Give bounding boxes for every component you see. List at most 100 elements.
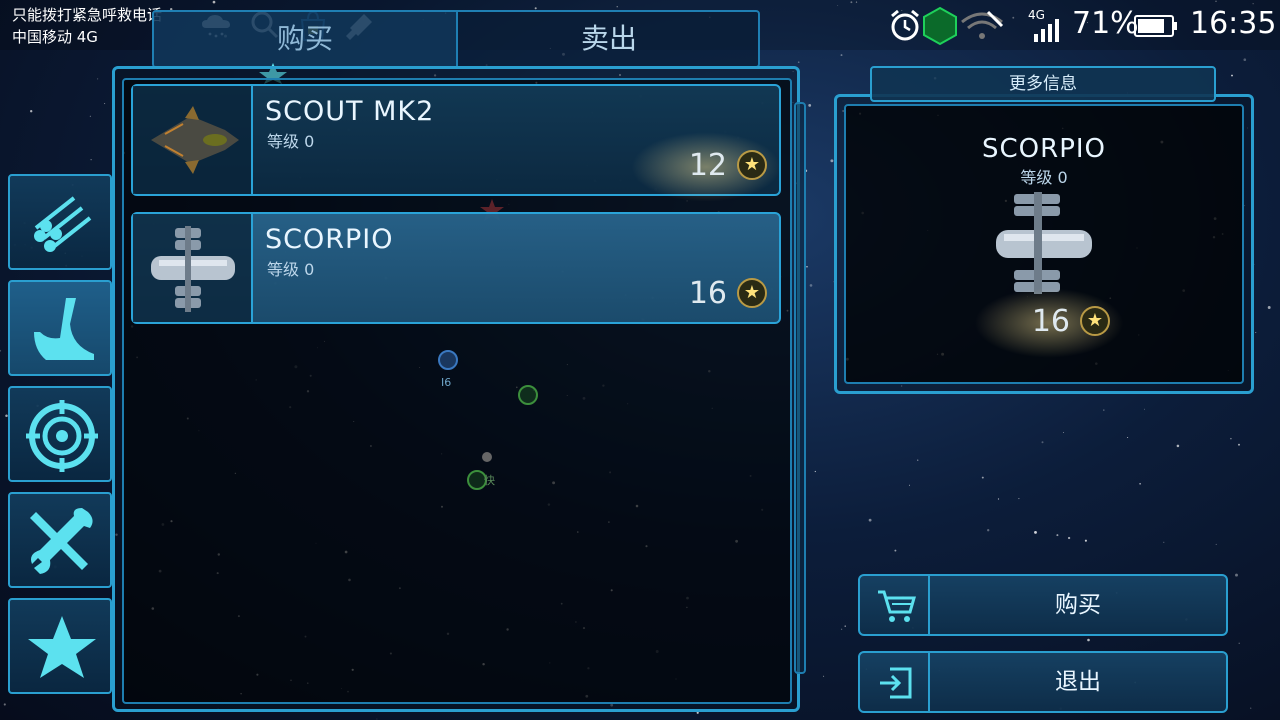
map-node-label: 快 <box>484 474 495 487</box>
star <box>97 78 99 80</box>
coin-star-icon: ★ <box>737 278 767 308</box>
star <box>868 518 872 522</box>
info-ship-name: SCORPIO <box>982 134 1106 164</box>
star <box>1238 642 1240 644</box>
sidebar-item-equipment[interactable] <box>8 492 112 588</box>
ship-list-item-scorpio[interactable]: SCORPIO 等级 0 16 ★ <box>131 212 781 324</box>
star <box>806 266 808 268</box>
scroll-bar[interactable] <box>794 102 806 674</box>
star <box>1087 638 1090 642</box>
star <box>809 284 813 287</box>
tab-buy[interactable]: 购买 <box>154 12 456 66</box>
star <box>1084 539 1087 542</box>
coin-star-icon: ★ <box>1080 306 1110 336</box>
battery-icon <box>1134 15 1177 37</box>
star <box>1139 483 1141 485</box>
signal-icon <box>1034 19 1059 42</box>
info-ship-level: 等级 0 <box>1020 168 1068 187</box>
star <box>1018 498 1020 500</box>
map-node-label: I6 <box>441 376 452 389</box>
ship-thumbnail <box>133 86 253 194</box>
star <box>3 703 6 706</box>
star <box>89 115 91 117</box>
star <box>696 711 699 714</box>
map-node-marker <box>438 350 458 370</box>
star <box>1041 441 1044 444</box>
cart-icon <box>878 590 916 622</box>
clock: 16:35 <box>1190 6 1277 41</box>
star <box>90 159 92 161</box>
exit-button[interactable]: 退出 <box>858 651 1228 713</box>
star <box>909 484 910 486</box>
star <box>917 459 919 461</box>
cube-icon <box>923 6 957 46</box>
star <box>1034 530 1037 534</box>
sidebar-item-favorites[interactable] <box>8 598 112 694</box>
sidebar-item-weapons[interactable] <box>8 386 112 482</box>
star <box>997 498 1000 500</box>
star <box>840 54 843 57</box>
exit-icon <box>880 667 912 699</box>
star <box>797 61 800 64</box>
ship-list-item-scout[interactable]: SCOUT MK2 等级 0 12 ★ <box>131 84 781 202</box>
sidebar-item-ships[interactable] <box>8 280 112 376</box>
exit-button-label: 退出 <box>1055 669 1101 695</box>
sidebar-item-materials[interactable] <box>8 174 112 270</box>
map-node-marker <box>518 385 538 405</box>
star <box>104 103 106 105</box>
star-icon <box>28 616 96 678</box>
carrier-text: 中国移动 4G <box>12 28 98 46</box>
star <box>1067 536 1071 540</box>
ship-price: 12 ★ <box>631 132 781 202</box>
ship-name: SCORPIO <box>265 224 394 255</box>
star <box>376 718 378 720</box>
star <box>1243 58 1247 62</box>
star <box>1144 408 1145 410</box>
star <box>1056 534 1059 537</box>
star <box>823 675 825 677</box>
star <box>830 159 834 163</box>
buy-button[interactable]: 购买 <box>858 574 1228 636</box>
star <box>0 349 2 352</box>
battery-percent: 71% <box>1072 6 1139 41</box>
star <box>1235 573 1238 577</box>
more-info-header[interactable]: 更多信息 <box>870 66 1216 102</box>
info-price: 16 ★ <box>974 288 1124 358</box>
ship-price: 16 ★ <box>657 274 767 314</box>
star <box>894 549 897 552</box>
ship-thumbnail <box>133 214 253 322</box>
emergency-call-text: 只能拨打紧急呼救电话 <box>12 6 163 24</box>
wifi-icon <box>961 10 1004 39</box>
star <box>814 470 816 473</box>
star <box>840 628 843 630</box>
star <box>1103 409 1105 411</box>
price-value: 12 <box>688 148 727 183</box>
scout-ship-image <box>151 106 239 174</box>
star <box>1163 541 1165 543</box>
tools-icon <box>30 508 93 574</box>
star <box>981 476 984 479</box>
buy-button-label: 购买 <box>1055 592 1101 618</box>
star <box>1255 332 1257 334</box>
star <box>30 110 33 113</box>
map-dot-marker <box>482 452 492 462</box>
ship-level: 等级 0 <box>267 132 315 151</box>
price-value: 16 <box>688 276 727 311</box>
star <box>1238 443 1240 446</box>
ship-name: SCOUT MK2 <box>265 96 435 127</box>
materials-icon <box>34 196 92 252</box>
info-ship-image <box>996 192 1092 294</box>
ship-level: 等级 0 <box>267 260 315 279</box>
star <box>808 104 812 107</box>
star <box>1062 432 1064 434</box>
tab-sell[interactable]: 卖出 <box>458 12 760 66</box>
star <box>844 625 846 627</box>
star <box>1230 437 1232 440</box>
alarm-icon <box>891 9 919 41</box>
coin-star-icon: ★ <box>737 150 767 180</box>
star <box>1267 306 1271 309</box>
star <box>1127 436 1129 439</box>
trade-tabs: 购买 卖出 <box>152 10 760 68</box>
info-price-value: 16 <box>1031 304 1070 339</box>
target-icon <box>26 400 98 472</box>
